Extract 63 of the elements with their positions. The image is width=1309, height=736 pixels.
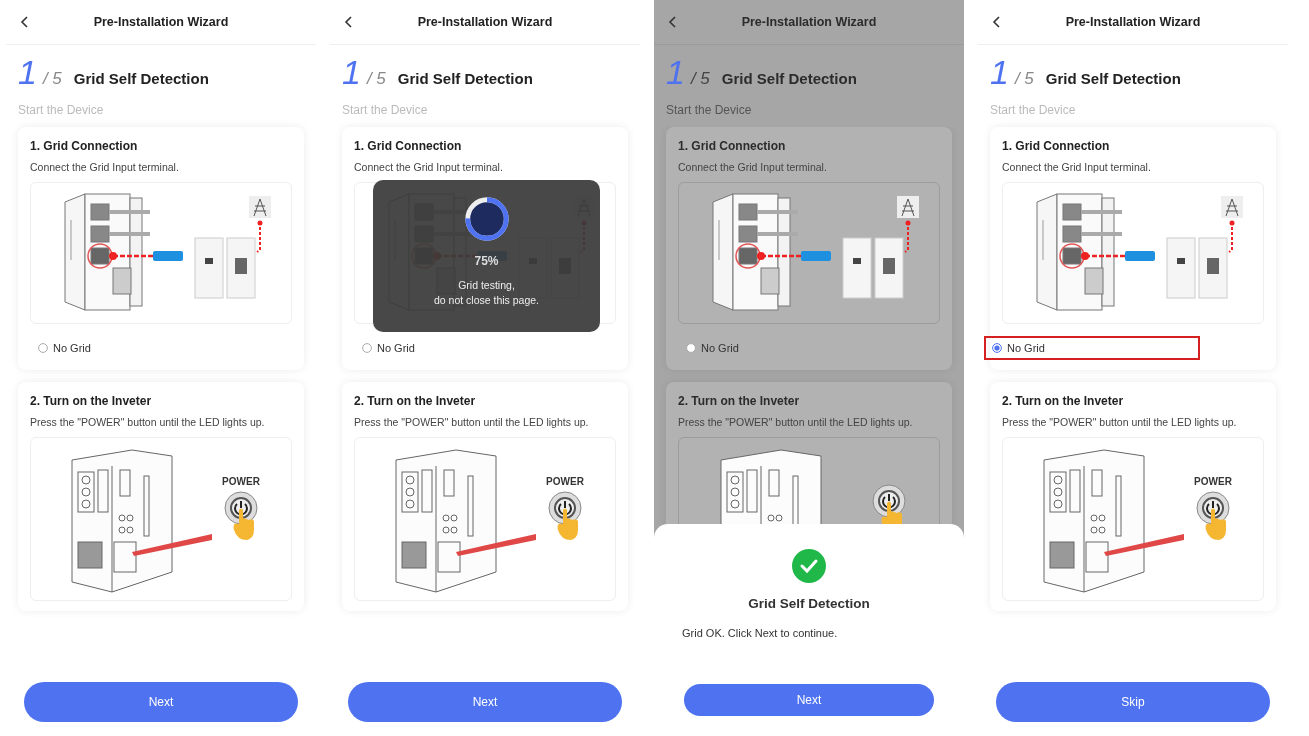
card-title: 2. Turn on the Inveter bbox=[30, 394, 153, 408]
card-title: 2. Turn on the Inveter bbox=[678, 394, 801, 408]
section-subtitle: Start the Device bbox=[17, 102, 105, 119]
step-title: Grid Self Detection bbox=[721, 70, 857, 87]
success-check-icon bbox=[791, 548, 827, 584]
card-title: 1. Grid Connection bbox=[678, 139, 787, 153]
card-instruction: Connect the Grid Input terminal. bbox=[1002, 161, 1152, 173]
power-label: POWER bbox=[222, 476, 260, 487]
page-title: Pre-Installation Wizard bbox=[92, 15, 230, 29]
primary-button[interactable]: Next bbox=[24, 682, 298, 722]
power-button-icon bbox=[547, 490, 583, 542]
page-title: Pre-Installation Wizard bbox=[416, 15, 554, 29]
sheet-message: Grid OK. Click Next to continue. bbox=[681, 627, 839, 639]
card-instruction: Press the "POWER" button until the LED lights up. bbox=[678, 416, 914, 428]
card-instruction: Connect the Grid Input terminal. bbox=[30, 161, 180, 173]
primary-button[interactable]: Next bbox=[348, 682, 622, 722]
step-total: / 5 bbox=[42, 69, 62, 89]
card-instruction: Press the "POWER" button until the LED lights up. bbox=[30, 416, 266, 428]
step-number: 1 bbox=[342, 55, 361, 89]
step-total: / 5 bbox=[366, 69, 386, 89]
card-instruction: Press the "POWER" button until the LED lights up. bbox=[1002, 416, 1238, 428]
radio-icon[interactable] bbox=[362, 343, 372, 353]
step-title: Grid Self Detection bbox=[1045, 70, 1181, 87]
back-icon[interactable] bbox=[992, 15, 1002, 29]
progress-percent: 75% bbox=[474, 254, 499, 268]
toast-message: Grid testing, do not close this page. bbox=[433, 278, 540, 308]
card-title: 1. Grid Connection bbox=[1002, 139, 1111, 153]
card-instruction: Connect the Grid Input terminal. bbox=[678, 161, 828, 173]
back-icon[interactable] bbox=[20, 15, 30, 29]
radio-option[interactable]: No Grid bbox=[984, 336, 1200, 360]
power-label: POWER bbox=[1194, 476, 1232, 487]
page-title: Pre-Installation Wizard bbox=[740, 15, 878, 29]
section-subtitle: Start the Device bbox=[665, 102, 753, 119]
card-title: 2. Turn on the Inveter bbox=[354, 394, 477, 408]
sheet-title: Grid Self Detection bbox=[748, 596, 870, 611]
step-number: 1 bbox=[666, 55, 685, 89]
radio-icon[interactable] bbox=[992, 343, 1002, 353]
primary-button[interactable]: Next bbox=[684, 684, 934, 716]
power-button-icon bbox=[223, 490, 259, 542]
primary-button[interactable]: Skip bbox=[996, 682, 1270, 722]
power-label: POWER bbox=[546, 476, 584, 487]
card-title: 1. Grid Connection bbox=[30, 139, 139, 153]
back-icon[interactable] bbox=[668, 15, 678, 29]
page-title: Pre-Installation Wizard bbox=[1064, 15, 1202, 29]
radio-icon[interactable] bbox=[38, 343, 48, 353]
card-title: 2. Turn on the Inveter bbox=[1002, 394, 1125, 408]
step-title: Grid Self Detection bbox=[73, 70, 209, 87]
radio-option[interactable]: No Grid bbox=[678, 336, 894, 360]
step-title: Grid Self Detection bbox=[397, 70, 533, 87]
step-number: 1 bbox=[990, 55, 1009, 89]
step-total: / 5 bbox=[690, 69, 710, 89]
card-title: 1. Grid Connection bbox=[354, 139, 463, 153]
step-number: 1 bbox=[18, 55, 37, 89]
power-button-icon bbox=[1195, 490, 1231, 542]
radio-option[interactable]: No Grid bbox=[354, 336, 570, 360]
step-total: / 5 bbox=[1014, 69, 1034, 89]
section-subtitle: Start the Device bbox=[989, 102, 1077, 119]
radio-icon[interactable] bbox=[686, 343, 696, 353]
card-instruction: Connect the Grid Input terminal. bbox=[354, 161, 504, 173]
section-subtitle: Start the Device bbox=[341, 102, 429, 119]
radio-option[interactable]: No Grid bbox=[30, 336, 246, 360]
card-instruction: Press the "POWER" button until the LED lights up. bbox=[354, 416, 590, 428]
back-icon[interactable] bbox=[344, 15, 354, 29]
